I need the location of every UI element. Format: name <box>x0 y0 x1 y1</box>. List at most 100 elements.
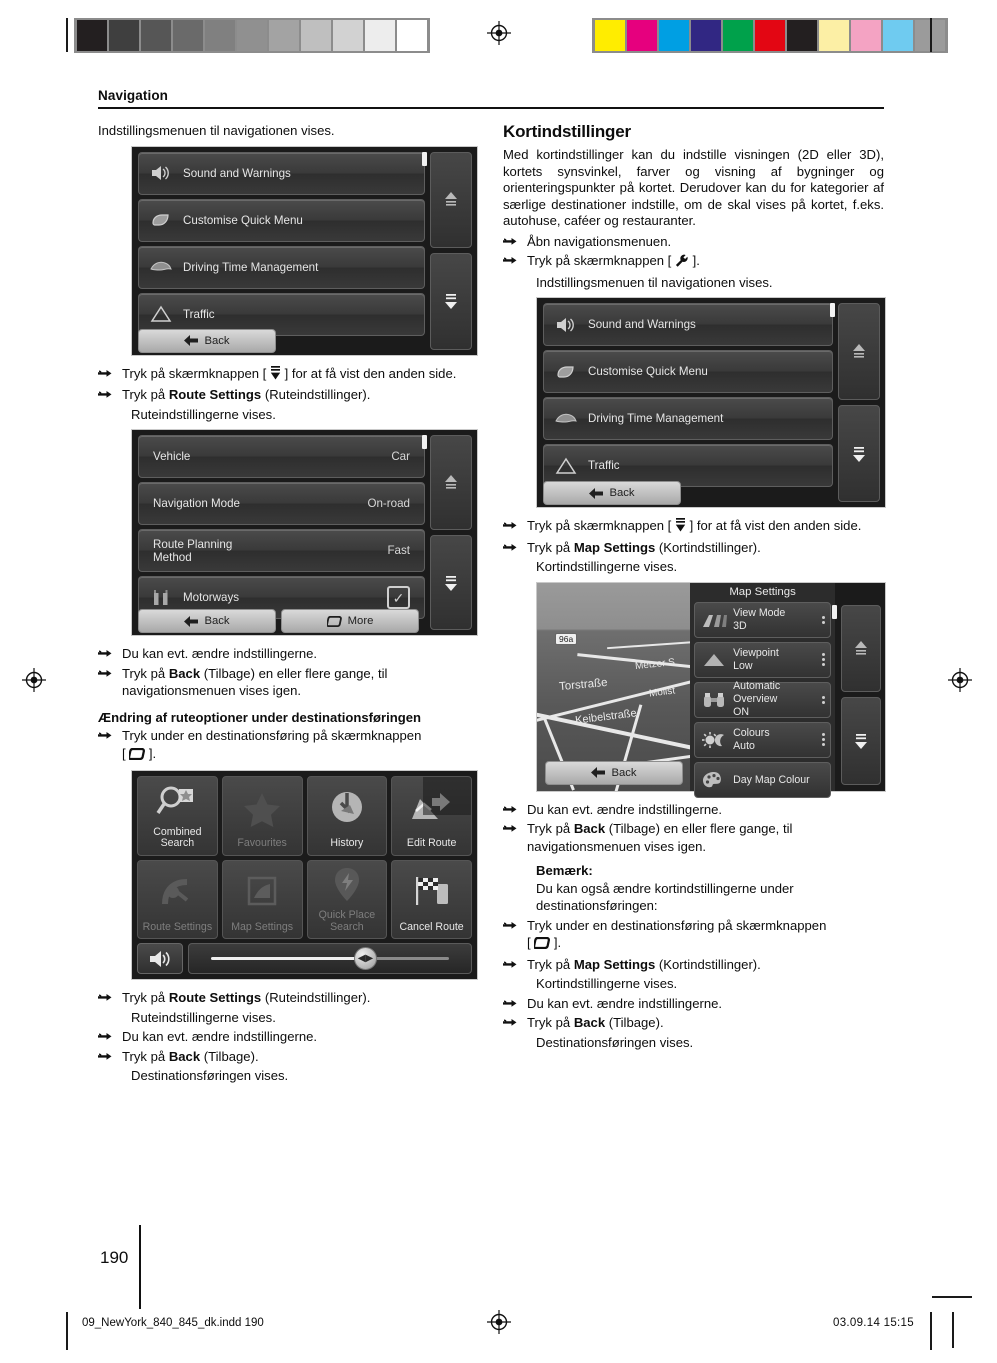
route-row-value: On-road <box>367 497 410 510</box>
hand-pointer-icon <box>98 1048 122 1061</box>
scroll-down-button[interactable] <box>841 697 881 785</box>
tile-label: History <box>330 837 364 849</box>
route-row-label: Navigation Mode <box>153 497 241 510</box>
grayscale-swatch-group <box>74 18 430 53</box>
scroll-down-button[interactable] <box>430 253 472 350</box>
print-calibration-strip <box>0 0 997 70</box>
menu-row-label: Sound and Warnings <box>183 166 291 180</box>
step-text: Tryk på Route Settings (Ruteindstillinge… <box>122 387 371 402</box>
quick-menu-row-2: Route Settings Map Settings Quick Place <box>137 859 472 939</box>
tile-cancel-route[interactable]: Cancel Route <box>391 859 472 939</box>
map-row-day-colour[interactable]: Day Map Colour <box>694 761 831 798</box>
scroll-up-button[interactable] <box>430 151 472 248</box>
quick-menu-icon <box>326 615 342 627</box>
scrollbar-thumb[interactable] <box>422 435 427 449</box>
route-row-label: Motorways <box>183 591 240 604</box>
step-page-down: Tryk på skærmknappen [ ] for at få vist … <box>98 365 479 385</box>
crop-tick-bottom-left <box>66 1312 68 1350</box>
volume-remaining-track <box>365 957 449 960</box>
menu-row-drivingtime[interactable]: Driving Time Management <box>543 397 833 441</box>
back-button[interactable]: Back <box>543 481 681 506</box>
route-row-planning[interactable]: Route Planning Method Fast <box>138 529 425 572</box>
map-row-view-mode[interactable]: View Mode 3D <box>694 601 831 638</box>
map-back-bar: Back <box>545 760 683 785</box>
tile-route-settings[interactable]: Route Settings <box>137 859 218 939</box>
tile-history[interactable]: History <box>306 776 388 856</box>
map-settings-result-2: Kortindstillingerne vises. <box>536 976 678 992</box>
route-row-navmode[interactable]: Navigation Mode On-road <box>138 482 425 525</box>
map-row-label: Colours <box>733 726 770 739</box>
page-down-icon <box>675 518 686 537</box>
quick-menu-screenshot: Combined Search Favourites History Edit … <box>131 770 478 980</box>
color-swatch-3 <box>691 20 721 51</box>
menu-row-quickmenu[interactable]: Customise Quick Menu <box>138 198 425 242</box>
step-text: Tryk på skærmknappen [ ] for at få vist … <box>122 365 456 385</box>
route-row-label2: Method <box>153 550 192 564</box>
scroll-down-button[interactable] <box>430 535 472 630</box>
scrollbar-thumb[interactable] <box>832 604 837 619</box>
map-row-label: Viewpoint <box>733 646 779 659</box>
volume-slider-knob[interactable]: ◀▶ <box>354 947 377 970</box>
step-guidance-quickmenu-right: Tryk under en destinationsføring på skær… <box>503 917 884 954</box>
tile-favourites[interactable]: Favourites <box>221 776 303 856</box>
scroll-up-button[interactable] <box>430 435 472 530</box>
route-settings-screenshot-wrapper: Vehicle Car Navigation Mode On-road Rout… <box>131 429 479 636</box>
arrow-left-icon <box>589 487 604 499</box>
step-map-settings: Tryk på Map Settings (Kortindstillinger)… <box>503 539 884 557</box>
steering-icon <box>544 411 588 427</box>
color-swatch-5 <box>755 20 785 51</box>
settings-menu-screenshot-wrapper-right: Sound and Warnings Customise Quick Menu … <box>536 297 886 509</box>
scroll-up-button[interactable] <box>838 303 880 401</box>
route-row-vehicle[interactable]: Vehicle Car <box>138 435 425 478</box>
step-text: Tryk på Back (Tilbage) en eller flere ga… <box>122 665 388 699</box>
map-row-text: View Mode 3D <box>733 607 816 633</box>
tile-label: Favourites <box>237 837 287 849</box>
menu-row-drivingtime[interactable]: Driving Time Management <box>138 245 425 289</box>
tile-corner-shadow <box>423 777 471 815</box>
map-row-colours[interactable]: Colours Auto <box>694 721 831 758</box>
map-row-auto-overview[interactable]: Automatic Overview ON <box>694 680 831 718</box>
volume-button[interactable] <box>137 943 183 974</box>
route-row-value: Car <box>391 450 410 463</box>
tile-combined-search[interactable]: Combined Search <box>137 776 218 856</box>
back-button[interactable]: Back <box>545 760 683 785</box>
motorways-checkbox[interactable]: ✓ <box>387 586 410 609</box>
route-settings-bold: Route Settings <box>168 990 262 1005</box>
map-row-viewpoint[interactable]: Viewpoint Low <box>694 641 831 678</box>
quick-menu-volume-bar: ◀▶ <box>137 943 472 974</box>
tile-edit-route[interactable]: Edit Route <box>391 776 472 856</box>
scrollbar-thumb[interactable] <box>422 151 427 166</box>
tile-label2: Search <box>330 920 364 933</box>
step-text: Du kan evt. ændre indstillingerne. <box>122 1029 318 1044</box>
scroll-buttons <box>838 303 880 503</box>
header-rule <box>98 107 884 110</box>
back-button-label: Back <box>204 334 230 347</box>
tile-quick-place-search[interactable]: Quick Place Search <box>306 859 388 939</box>
route-settings-result: Ruteindstillingerne vises. <box>131 406 276 422</box>
scroll-up-button[interactable] <box>841 604 881 693</box>
grayscale-swatch-4 <box>205 20 235 51</box>
scroll-down-button[interactable] <box>838 405 880 503</box>
back-button[interactable]: Back <box>138 328 276 353</box>
arrow-left-icon <box>184 335 199 346</box>
map-row-text: Viewpoint Low <box>733 647 816 673</box>
scrollbar-thumb[interactable] <box>830 303 835 318</box>
street-label: Torstraße <box>558 676 609 694</box>
menu-row-sound[interactable]: Sound and Warnings <box>543 303 833 347</box>
menu-row-sound[interactable]: Sound and Warnings <box>138 151 425 195</box>
map-row-label: View Mode <box>733 606 786 619</box>
leaf-icon <box>139 212 183 228</box>
step-text: Tryk på Route Settings (Ruteindstillinge… <box>122 990 371 1005</box>
more-button[interactable]: More <box>281 609 419 633</box>
warning-triangle-icon <box>139 305 183 323</box>
back-button[interactable]: Back <box>138 609 276 633</box>
page-down-icon <box>270 365 281 385</box>
grayscale-swatch-0 <box>77 20 107 51</box>
tile-map-settings[interactable]: Map Settings <box>221 859 303 939</box>
route-settings-button-bar: Back More <box>138 609 419 633</box>
volume-slider[interactable]: ◀▶ <box>188 943 472 974</box>
tile-label: Cancel Route <box>399 920 464 933</box>
street-label: Mollst <box>648 685 676 700</box>
street-label: Keibelstraße <box>574 707 638 727</box>
menu-row-quickmenu[interactable]: Customise Quick Menu <box>543 350 833 394</box>
